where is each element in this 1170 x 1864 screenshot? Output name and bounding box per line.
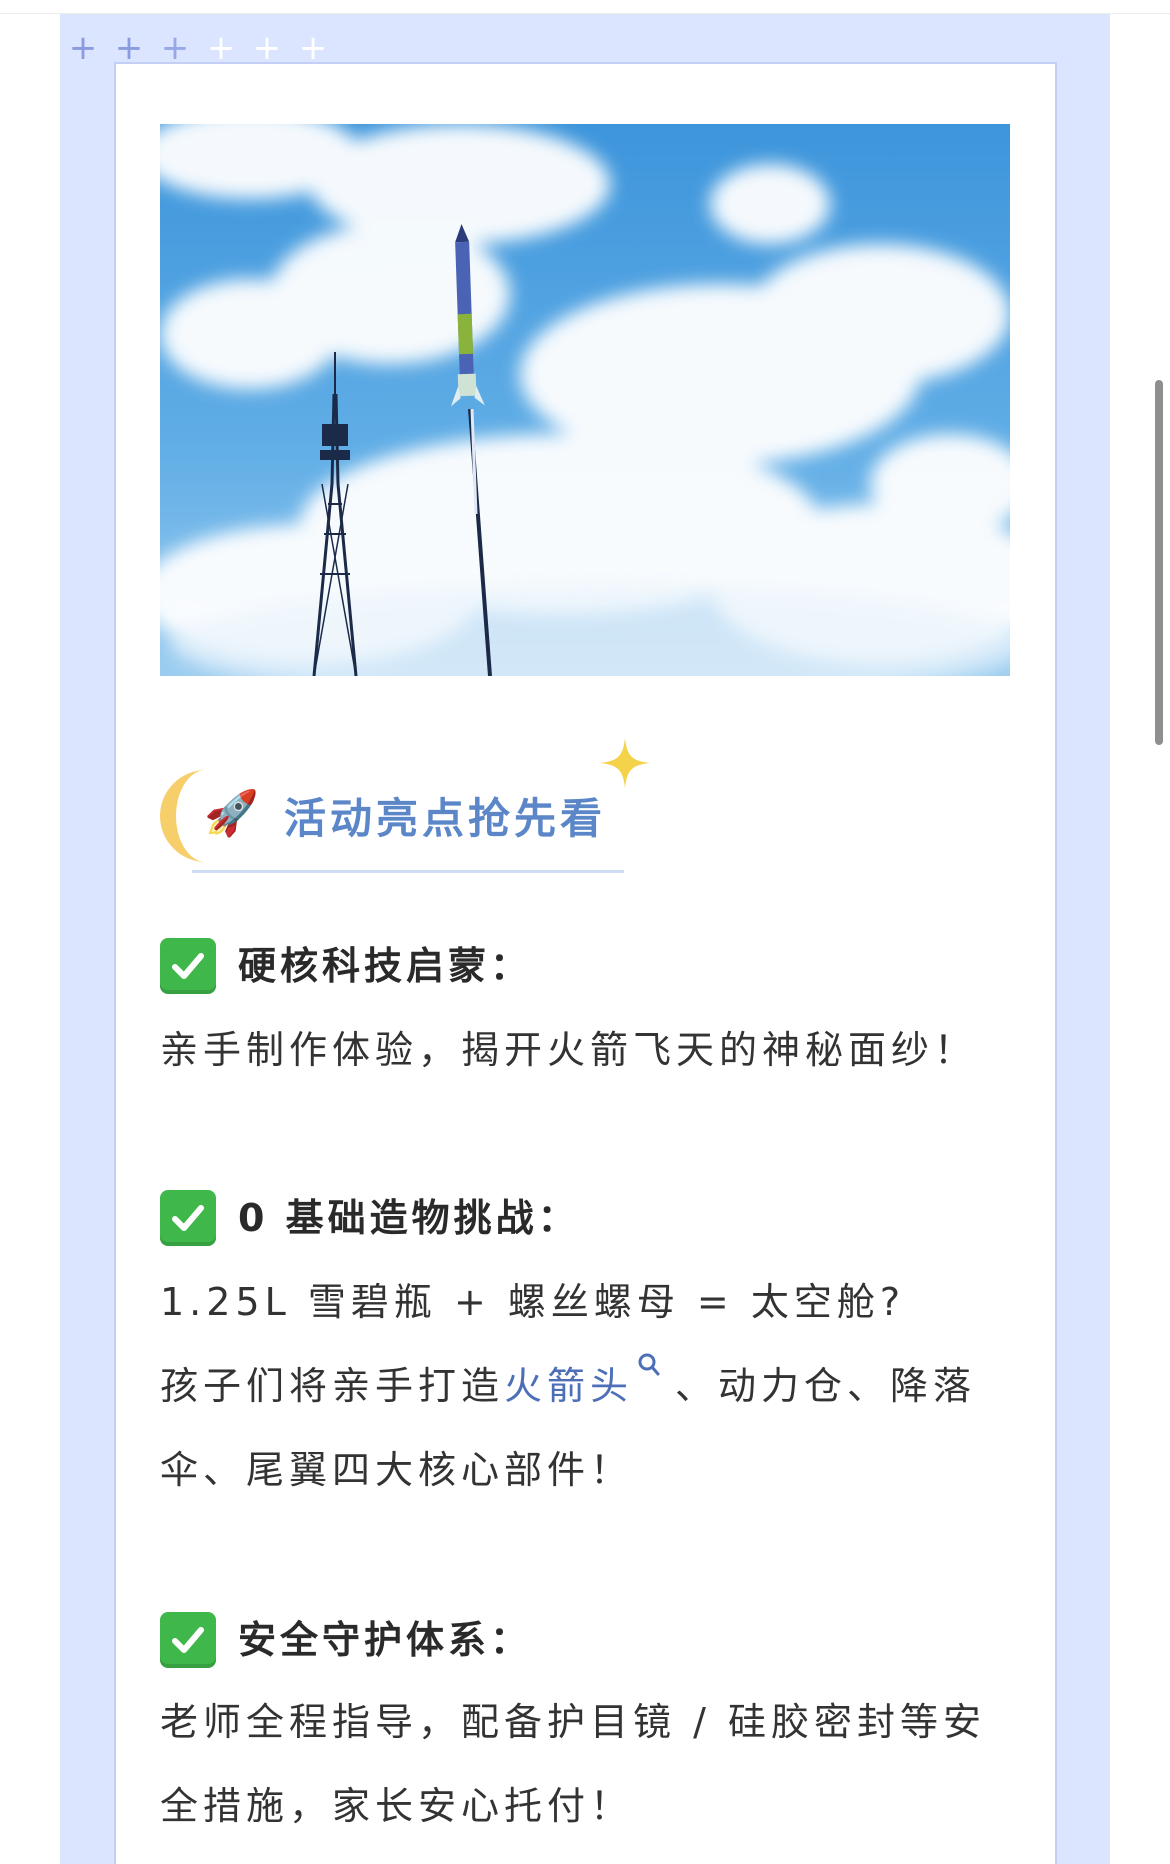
heading-underline <box>192 870 624 873</box>
highlight-title: 安全守护体系： <box>160 1610 532 1670</box>
highlight-title: 0 基础造物挑战： <box>160 1188 580 1248</box>
text-segment: 、动力仓、降落 <box>675 1364 977 1408</box>
search-icon[interactable] <box>637 1352 661 1378</box>
check-mark-icon <box>160 1612 216 1668</box>
highlight-title: 硬核科技启蒙： <box>160 936 532 996</box>
rocket-launch-photo <box>160 124 1010 676</box>
search-link[interactable]: 火箭头 <box>504 1364 633 1408</box>
highlight-description: 孩子们将亲手打造火箭头 、动力仓、降落 <box>160 1353 977 1414</box>
highlight-description: 亲手制作体验，揭开火箭飞天的神秘面纱！ <box>160 1028 978 1072</box>
check-mark-icon <box>160 938 216 994</box>
highlight-description: 伞、尾翼四大核心部件！ <box>160 1448 634 1492</box>
highlight-title-text: 0 基础造物挑战： <box>238 1196 580 1240</box>
text-segment: 孩子们将亲手打造 <box>160 1364 505 1408</box>
highlight-title-text: 硬核科技启蒙： <box>238 944 533 988</box>
check-mark-icon <box>160 1190 216 1246</box>
rocket-icon: 🚀 <box>204 788 259 839</box>
highlight-description: 老师全程指导，配备护目镜 / 硅胶密封等安 <box>160 1700 986 1744</box>
highlight-description: 1.25L 雪碧瓶 + 螺丝螺母 = 太空舱? <box>160 1280 906 1324</box>
page-scrollbar[interactable] <box>1155 380 1163 745</box>
heading-title: 活动亮点抢先看 <box>284 794 607 843</box>
highlight-title-text: 安全守护体系： <box>238 1618 533 1662</box>
sparkle-icon <box>600 738 650 788</box>
top-divider <box>0 0 1170 14</box>
highlight-description: 全措施，家长安心托付！ <box>160 1784 634 1828</box>
plus-icon: + <box>68 28 98 68</box>
section-heading: 🚀 活动亮点抢先看 <box>160 738 660 878</box>
